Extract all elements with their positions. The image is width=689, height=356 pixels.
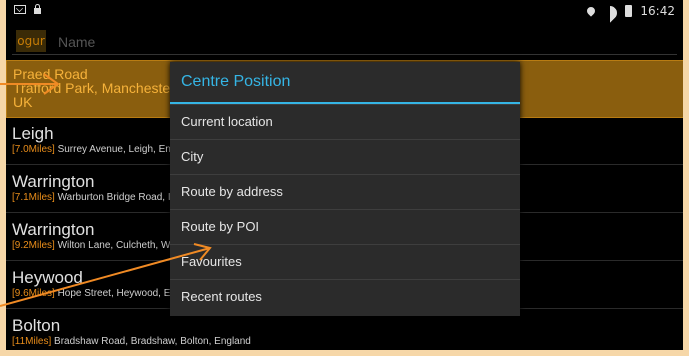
annotation-arrows — [0, 73, 212, 307]
annotation-arrow — [0, 247, 211, 307]
